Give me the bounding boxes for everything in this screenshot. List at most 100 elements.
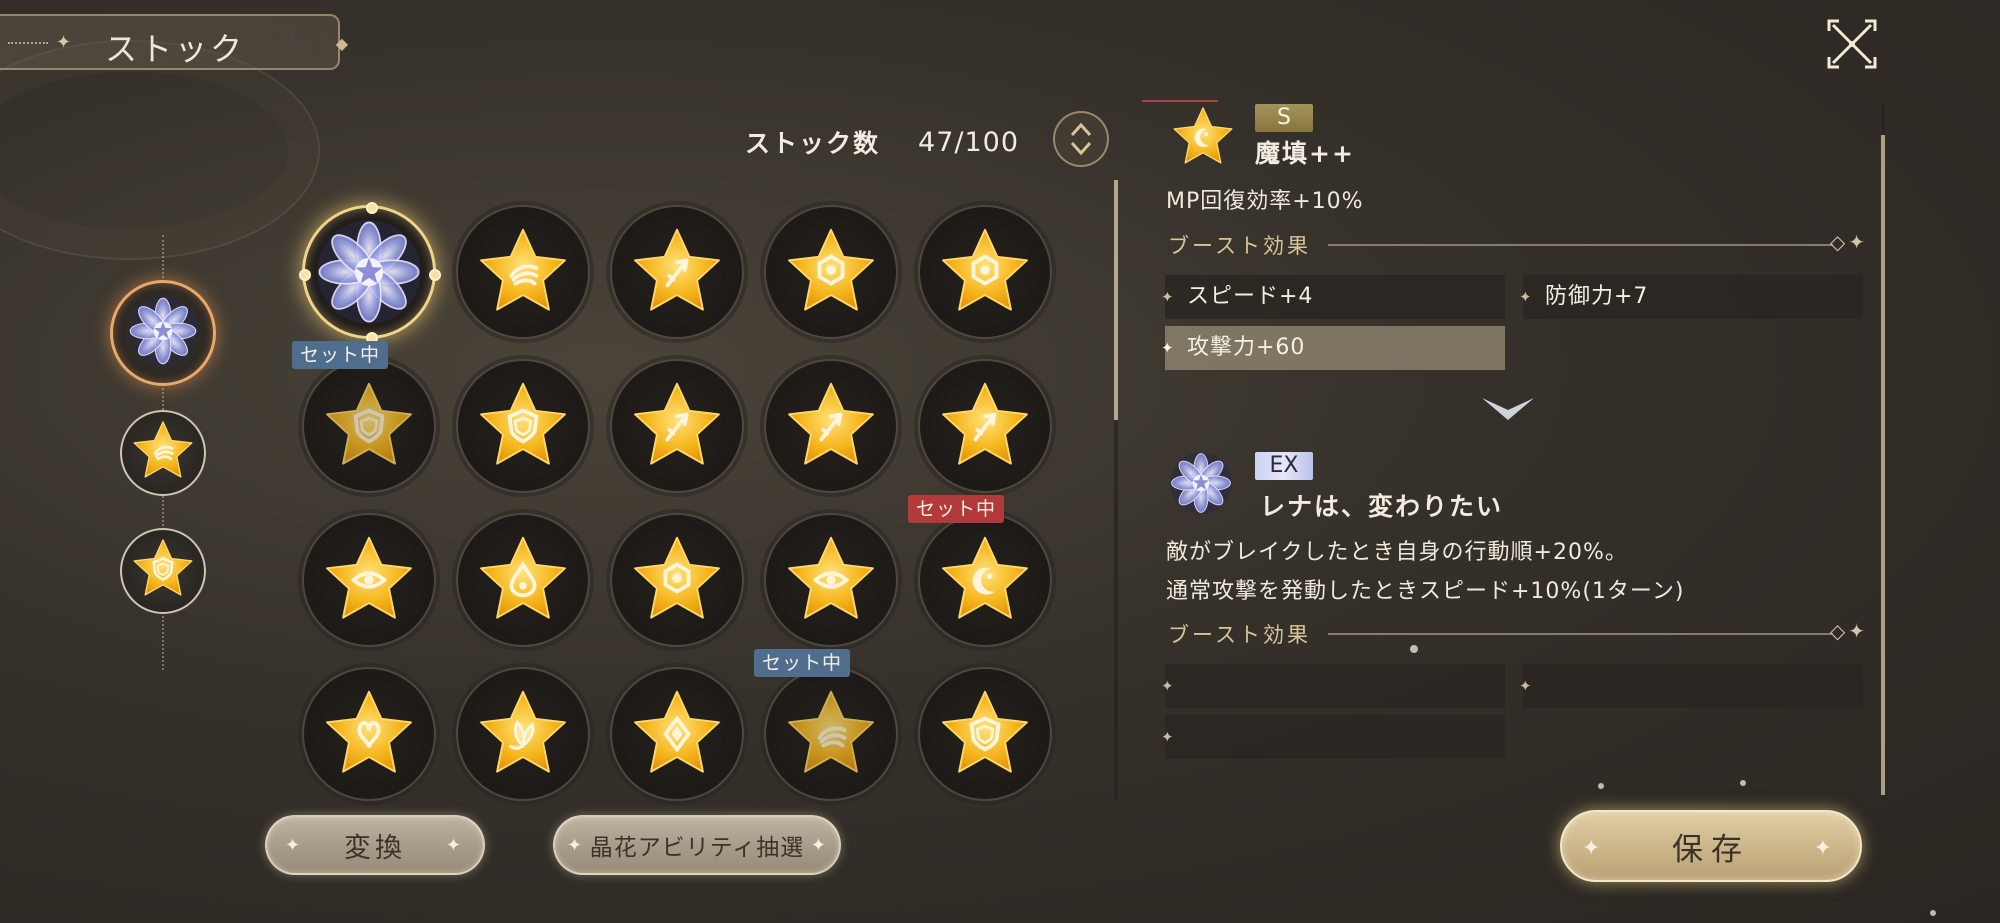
ability2-icon [1166,448,1236,522]
grid-item[interactable] [299,202,441,344]
equipped-badge: セット中 [754,649,851,677]
grid-item[interactable] [302,359,436,493]
diamond-star-icon [634,690,720,773]
sparkle-icon: ✦ [567,835,584,856]
boost-stat-1: ✦ スピード+4 [1161,275,1505,319]
boost-header-line [1328,633,1833,635]
sparkle-icon: ✦ [285,835,305,856]
flower-crest-icon [1170,452,1232,514]
grid-item[interactable] [456,359,590,493]
gear-eye-star-icon [942,228,1028,311]
grid-item[interactable] [764,513,898,647]
convert-button-label: 変換 [344,832,406,864]
close-button[interactable] [1820,16,1884,72]
gear-eye-star-icon [788,228,874,311]
selection-node [429,269,441,281]
particle [1410,645,1418,653]
save-button[interactable]: ✦ 保存 ✦ [1560,810,1862,882]
sort-toggle-button[interactable] [1053,111,1109,167]
shield-star-icon [326,382,412,465]
sparkle-icon: ✦ [1161,677,1175,695]
ability-draw-button[interactable]: ✦ 晶花アビリティ抽選 ✦ [553,815,841,875]
detail-scroll-thumb[interactable] [1881,135,1885,795]
arrow-star-icon [634,228,720,311]
ability1-icon [1170,104,1236,174]
ability1-rank-badge: S [1255,104,1313,132]
diamond-icon: ◆ [335,34,348,53]
boost-stat-3: ✦ 攻撃力+60 [1161,326,1505,370]
rail-item-ex[interactable] [110,280,216,386]
stock-count-value: 47/100 [918,126,1020,158]
rail-item-wing[interactable] [120,410,206,496]
knot-star-icon [326,690,412,773]
shield-star-icon [942,690,1028,773]
grid-item[interactable] [456,205,590,339]
boost-header-2: ブースト効果 ◇✦ [1168,619,1868,649]
ability-draw-button-label: 晶花アビリティ抽選 [589,835,805,861]
grid-scrollbar[interactable] [1114,180,1118,800]
sparkle-icon: ✦ [1161,728,1175,746]
particle [1740,780,1746,786]
grid-scroll-thumb[interactable] [1114,180,1118,420]
sparkle-icon: ✦ [810,835,827,856]
grid-item[interactable] [764,359,898,493]
leaf-star-icon [480,690,566,773]
background-emblem [0,40,320,260]
grid-item[interactable] [610,667,744,801]
sparkle-icon: ✦ [56,32,72,53]
sort-arrows-icon [1070,122,1092,156]
arrow-star-icon [788,382,874,465]
ability2-desc-line-1: 敵がブレイクしたとき自身の行動順+20%。 [1166,540,1628,565]
wing-star-icon [788,690,874,773]
rail-item-shield[interactable] [120,528,206,614]
grid-item[interactable] [456,667,590,801]
grid-item[interactable] [610,359,744,493]
moon-star-icon [1173,107,1233,164]
grid-item[interactable] [764,205,898,339]
sparkle-icon: ✦ [1582,836,1609,861]
flower-crest-icon [128,296,198,366]
ability2-desc-line-2: 通常攻撃を発動したときスピード+10%(1ターン) [1166,579,1685,604]
grid-item[interactable] [610,205,744,339]
particle [1598,783,1604,789]
sparkle-icon: ✦ [1519,677,1533,695]
equipped-badge: セット中 [908,495,1005,523]
selection-node [299,269,311,281]
ornament-icon: ◇✦ [1829,619,1868,643]
boost-stat-2: ✦ 防御力+7 [1519,275,1863,319]
grid-item[interactable] [764,667,898,801]
grid-item[interactable] [918,513,1052,647]
sparkle-icon: ✦ [1813,836,1840,861]
drop-star-icon [480,536,566,619]
close-x-icon [1827,19,1877,69]
chevron-down-icon[interactable] [1478,392,1538,426]
detail-scrollbar[interactable] [1881,105,1885,800]
selection-node [366,202,378,214]
page-title: ストック [105,30,246,68]
arrow-star-icon [942,382,1028,465]
moon-star-icon [942,536,1028,619]
gear-eye-star-icon [634,536,720,619]
sparkle-icon: ✦ [1161,339,1175,357]
grid-item[interactable] [918,205,1052,339]
eye-star-icon [788,536,874,619]
boost-header-label: ブースト効果 [1168,234,1311,258]
grid-item[interactable] [302,513,436,647]
save-button-label: 保存 [1672,831,1750,868]
ornament-icon: ◇✦ [1829,230,1868,254]
grid-item[interactable] [918,359,1052,493]
grid-item[interactable] [610,513,744,647]
particle [1930,910,1936,916]
convert-button[interactable]: ✦ 変換 ✦ [265,815,485,875]
grid-item[interactable] [456,513,590,647]
ability2-rank-badge: EX [1255,452,1313,480]
grid-item[interactable] [302,667,436,801]
grid-item[interactable] [918,667,1052,801]
sparkle-icon: ✦ [1519,288,1533,306]
ability2-name: レナは、変わりたい [1260,492,1504,521]
ability-grid: セット中 セット中 セット中 [292,202,1062,805]
stock-count-label: ストック数 [745,129,881,158]
shield-star-icon [480,382,566,465]
highlight-line [1142,100,1218,102]
boost-header-label: ブースト効果 [1168,623,1311,647]
